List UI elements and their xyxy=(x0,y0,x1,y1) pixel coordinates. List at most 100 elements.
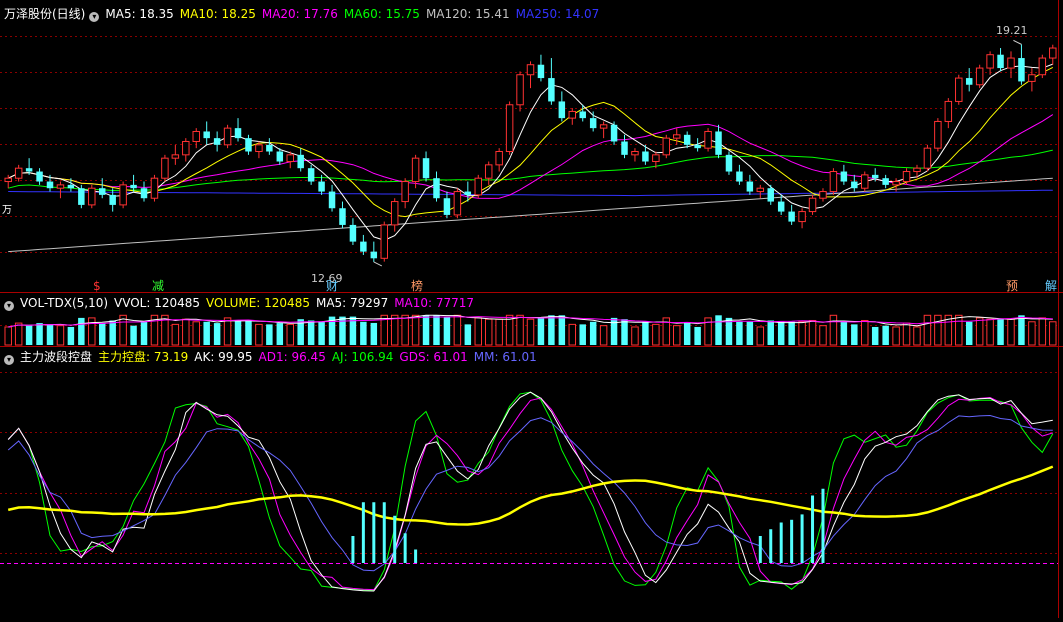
candle-body-up xyxy=(756,187,765,193)
histogram-bar xyxy=(800,514,804,563)
candle-body-down xyxy=(443,198,451,215)
volume-bar-up xyxy=(192,321,200,346)
volume-settings-icon[interactable]: ▾ xyxy=(4,301,14,311)
candle-body-down xyxy=(46,181,54,189)
volume-bar-up xyxy=(934,314,942,346)
candle-body-down xyxy=(67,184,75,189)
candle-body-up xyxy=(88,187,96,206)
volume-bar-up xyxy=(286,323,294,346)
volume-bar-down xyxy=(433,315,440,345)
volume-bar-down xyxy=(965,321,973,345)
event-marker-list[interactable]: 榜 xyxy=(411,279,423,293)
candle-body-up xyxy=(150,177,159,199)
candle-body-down xyxy=(579,111,586,119)
candle-body-down xyxy=(621,141,628,155)
volume-bar-up xyxy=(255,323,263,346)
volume-bar-down xyxy=(589,321,597,345)
candle-body-down xyxy=(422,158,430,179)
candle-body-down xyxy=(683,134,691,145)
histogram-bar xyxy=(393,515,397,563)
volume-bar-up xyxy=(923,314,932,346)
volume-bar-up xyxy=(568,323,577,346)
indicator-title: 主力波段控盘 xyxy=(20,350,93,364)
candle-body-down xyxy=(882,178,889,185)
histogram-bar xyxy=(811,495,815,563)
candle-body-down xyxy=(767,188,774,202)
volume-bar-down xyxy=(266,324,273,345)
candle-body-up xyxy=(161,157,169,179)
volume-bar-up xyxy=(955,314,963,346)
candle-body-down xyxy=(140,188,148,199)
candle-body-up xyxy=(704,130,712,149)
candle-body-up xyxy=(223,127,232,146)
stock-chart[interactable]: 万泽股份(日线) ▾ MA5: 18.35 MA10: 18.25 MA20: 17.7… xyxy=(0,0,1063,618)
event-marker-unlock[interactable]: 解 xyxy=(1045,279,1057,293)
event-marker-reduce[interactable]: 减 xyxy=(152,279,164,293)
candle-body-down xyxy=(370,251,378,259)
ma10-line xyxy=(7,66,1054,218)
volume-bar-up xyxy=(171,323,180,346)
candle-body-up xyxy=(453,191,462,216)
volume-bar-down xyxy=(464,324,472,345)
volume-bar-up xyxy=(4,326,12,346)
candle-body-down xyxy=(307,168,315,182)
candle-body-down xyxy=(318,181,325,192)
candle-body-up xyxy=(4,177,12,183)
event-marker-dividend[interactable]: $ xyxy=(93,279,101,293)
candle-body-down xyxy=(297,154,304,169)
candle-body-down xyxy=(715,131,722,155)
volume-bar-up xyxy=(913,326,921,346)
candle-body-down xyxy=(203,131,210,139)
stock-title: 万泽股份(日线) xyxy=(4,7,86,21)
volume-bar-up xyxy=(829,314,838,346)
ma250-label: MA250: 14.07 xyxy=(515,7,600,21)
candle-body-down xyxy=(339,208,346,225)
candle-body-up xyxy=(516,74,524,106)
histogram-bar xyxy=(372,502,376,563)
volume-bar-up xyxy=(223,317,232,346)
ma5-label: MA5: 18.35 xyxy=(105,7,174,21)
histogram-bar xyxy=(758,536,762,563)
volume-bar-down xyxy=(537,317,545,345)
volume-bar-up xyxy=(808,319,817,346)
candle-body-up xyxy=(913,167,921,173)
volume-bar-up xyxy=(401,314,409,346)
volume-bar-up xyxy=(484,318,493,346)
volume-bar-down xyxy=(642,321,649,345)
volume-bar-up xyxy=(474,317,483,346)
event-marker-forecast[interactable]: 预 xyxy=(1006,279,1018,293)
event-marker-finance[interactable]: 财 xyxy=(326,279,338,293)
volume-bar-up xyxy=(182,318,190,346)
volume-bar-down xyxy=(443,316,451,345)
candle-body-down xyxy=(213,138,221,145)
volume-bar-up xyxy=(453,314,462,346)
candle-body-up xyxy=(892,181,900,186)
volume-bar-up xyxy=(756,326,765,346)
volume-bar-down xyxy=(558,315,566,345)
candle-body-down xyxy=(349,224,357,242)
candle-body-up xyxy=(923,147,932,169)
candle-body-up xyxy=(672,134,681,139)
indicator-settings-icon[interactable]: ▾ xyxy=(4,355,14,365)
candle-body-up xyxy=(14,167,23,179)
vvol-label: VVOL: 120485 xyxy=(114,296,201,310)
candle-body-down xyxy=(234,128,242,139)
ak-label: AK: 99.95 xyxy=(194,350,253,364)
histogram-bar xyxy=(351,536,355,563)
volume-bar-up xyxy=(14,322,23,346)
candle-body-down xyxy=(109,194,116,205)
volume-bar-up xyxy=(1028,321,1036,346)
candle-body-down xyxy=(558,101,566,119)
candle-body-up xyxy=(171,154,180,159)
aj-line xyxy=(7,391,1054,591)
volume-bar-down xyxy=(25,325,33,345)
candle-body-up xyxy=(411,157,420,183)
candle-body-up xyxy=(975,67,984,86)
volume-bar-down xyxy=(548,315,555,345)
candle-body-down xyxy=(1018,58,1025,82)
candle-body-down xyxy=(537,64,545,79)
ma60-label: MA60: 15.75 xyxy=(343,7,420,21)
volume-bar-down xyxy=(683,323,691,345)
settings-icon[interactable]: ▾ xyxy=(89,12,100,22)
candle-body-up xyxy=(1049,47,1057,59)
